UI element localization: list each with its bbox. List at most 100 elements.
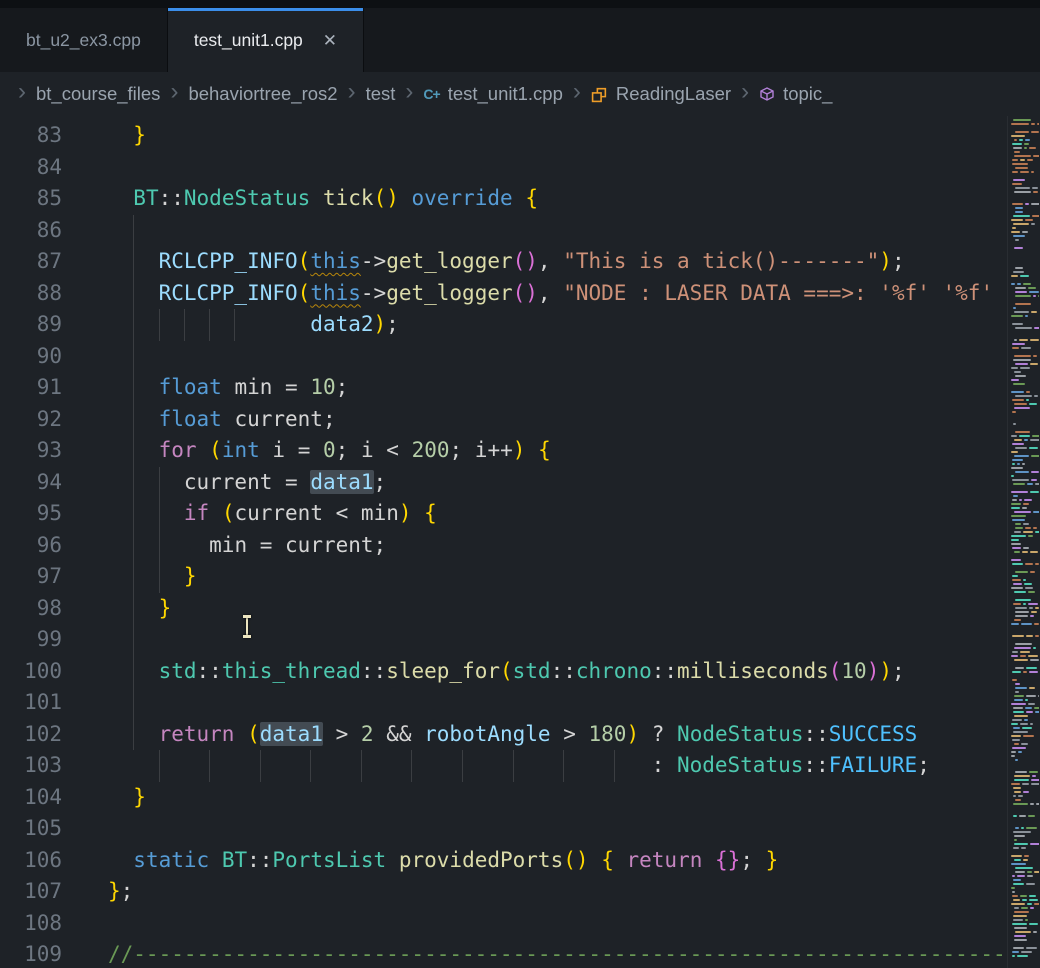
line-number[interactable]: 84 xyxy=(0,152,62,184)
line-number[interactable]: 101 xyxy=(0,687,62,719)
code-token: } xyxy=(159,596,172,620)
breadcrumb-label: ReadingLaser xyxy=(616,83,731,105)
line-number[interactable]: 86 xyxy=(0,215,62,247)
minimap-line xyxy=(1011,899,1039,901)
code-line[interactable]: 102 return (data1 > 2 && robotAngle > 18… xyxy=(0,719,1040,751)
code-line[interactable]: 91 float min = 10; xyxy=(0,372,1040,404)
code-line[interactable]: 92 float current; xyxy=(0,404,1040,436)
minimap-line xyxy=(1011,451,1039,453)
minimap-line xyxy=(1011,187,1039,189)
code-line[interactable]: 98 } xyxy=(0,593,1040,625)
code-line[interactable]: 85 BT::NodeStatus tick() override { xyxy=(0,183,1040,215)
minimap-mark xyxy=(1015,571,1028,573)
line-number[interactable]: 87 xyxy=(0,246,62,278)
code-token: data1 xyxy=(260,722,323,746)
line-number[interactable]: 96 xyxy=(0,530,62,562)
line-number[interactable]: 93 xyxy=(0,435,62,467)
minimap-mark xyxy=(1014,699,1023,701)
minimap-line xyxy=(1011,351,1039,353)
breadcrumb-item-bt-course-files[interactable]: bt_course_files xyxy=(36,83,160,105)
line-number[interactable]: 88 xyxy=(0,278,62,310)
code-line[interactable]: 88 RCLCPP_INFO(this->get_logger(), "NODE… xyxy=(0,278,1040,310)
close-icon[interactable]: ✕ xyxy=(323,32,337,49)
minimap-mark xyxy=(1035,607,1039,609)
code-line[interactable]: 95 if (current < min) { xyxy=(0,498,1040,530)
code-area[interactable]: 83 }8485 BT::NodeStatus tick() override … xyxy=(0,116,1040,968)
code-line[interactable]: 87 RCLCPP_INFO(this->get_logger(), "This… xyxy=(0,246,1040,278)
line-number[interactable]: 98 xyxy=(0,593,62,625)
line-number[interactable]: 97 xyxy=(0,561,62,593)
minimap-line xyxy=(1011,499,1039,501)
line-number[interactable]: 104 xyxy=(0,782,62,814)
line-number[interactable]: 95 xyxy=(0,498,62,530)
line-number[interactable]: 109 xyxy=(0,939,62,968)
code-line[interactable]: 83 } xyxy=(0,120,1040,152)
code-token: robotAngle xyxy=(424,722,550,746)
code-line[interactable]: 93 for (int i = 0; i < 200; i++) { xyxy=(0,435,1040,467)
code-line[interactable]: 106 static BT::PortsList providedPorts()… xyxy=(0,845,1040,877)
code-line[interactable]: 97 } xyxy=(0,561,1040,593)
minimap-mark xyxy=(1026,695,1036,697)
code-line[interactable]: 99 xyxy=(0,624,1040,656)
line-number[interactable]: 106 xyxy=(0,845,62,877)
minimap-line xyxy=(1011,411,1039,413)
minimap[interactable] xyxy=(1007,116,1040,968)
code-line[interactable]: 103 : NodeStatus::FAILURE; xyxy=(0,750,1040,782)
minimap-mark xyxy=(1027,871,1032,873)
minimap-mark xyxy=(1014,511,1031,513)
breadcrumb-item-test-unit1-cpp[interactable]: C+ test_unit1.cpp xyxy=(423,83,563,105)
line-number[interactable]: 107 xyxy=(0,876,62,908)
line-number[interactable]: 90 xyxy=(0,341,62,373)
breadcrumb-item-topic[interactable]: topic_ xyxy=(759,83,832,105)
code-line[interactable]: 86 xyxy=(0,215,1040,247)
line-number[interactable]: 99 xyxy=(0,624,62,656)
code-line[interactable]: 101 xyxy=(0,687,1040,719)
minimap-mark xyxy=(1038,695,1039,697)
code-line[interactable]: 84 xyxy=(0,152,1040,184)
line-number[interactable]: 103 xyxy=(0,750,62,782)
line-number[interactable]: 102 xyxy=(0,719,62,751)
code-line[interactable]: 96 min = current; xyxy=(0,530,1040,562)
code-token: () xyxy=(513,249,538,273)
code-token: ( xyxy=(247,722,260,746)
code-token: static xyxy=(133,848,209,872)
code-line[interactable]: 105 xyxy=(0,813,1040,845)
breadcrumb-item-test[interactable]: test xyxy=(366,83,396,105)
code-line[interactable]: 104 } xyxy=(0,782,1040,814)
minimap-line xyxy=(1011,391,1039,393)
line-number[interactable]: 108 xyxy=(0,908,62,940)
line-number[interactable]: 92 xyxy=(0,404,62,436)
code-line[interactable]: 108 xyxy=(0,908,1040,940)
line-number[interactable]: 91 xyxy=(0,372,62,404)
minimap-mark xyxy=(1023,603,1026,605)
minimap-mark xyxy=(1025,203,1029,205)
breadcrumb-item-behaviortree-ros2[interactable]: behaviortree_ros2 xyxy=(188,83,337,105)
code-token: () xyxy=(563,848,588,872)
minimap-mark xyxy=(1023,859,1028,861)
minimap-mark xyxy=(1013,795,1016,797)
minimap-mark xyxy=(1012,183,1022,185)
code-line[interactable]: 90 xyxy=(0,341,1040,373)
line-number[interactable]: 83 xyxy=(0,120,62,152)
code-text: for (int i = 0; i < 200; i++) { xyxy=(108,435,551,467)
tab-test-unit1[interactable]: test_unit1.cpp ✕ xyxy=(168,8,364,72)
code-line[interactable]: 107}; xyxy=(0,876,1040,908)
code-line[interactable]: 89 data2); xyxy=(0,309,1040,341)
code-line[interactable]: 94 current = data1; xyxy=(0,467,1040,499)
line-number[interactable]: 100 xyxy=(0,656,62,688)
minimap-line xyxy=(1011,331,1039,333)
minimap-mark xyxy=(1014,695,1024,697)
code-token: ; xyxy=(336,375,349,399)
code-token: = xyxy=(272,375,310,399)
tab-bt-u2-ex3[interactable]: bt_u2_ex3.cpp xyxy=(0,8,168,72)
code-line[interactable]: 100 std::this_thread::sleep_for(std::chr… xyxy=(0,656,1040,688)
line-number[interactable]: 85 xyxy=(0,183,62,215)
code-token: ) xyxy=(867,659,880,683)
line-number[interactable]: 105 xyxy=(0,813,62,845)
breadcrumb-item-readinglaser[interactable]: ReadingLaser xyxy=(591,83,731,105)
line-number[interactable]: 94 xyxy=(0,467,62,499)
code-line[interactable]: 109//-----------------------------------… xyxy=(0,939,1040,968)
indent-whitespace xyxy=(108,753,652,777)
minimap-mark xyxy=(1013,707,1023,709)
line-number[interactable]: 89 xyxy=(0,309,62,341)
